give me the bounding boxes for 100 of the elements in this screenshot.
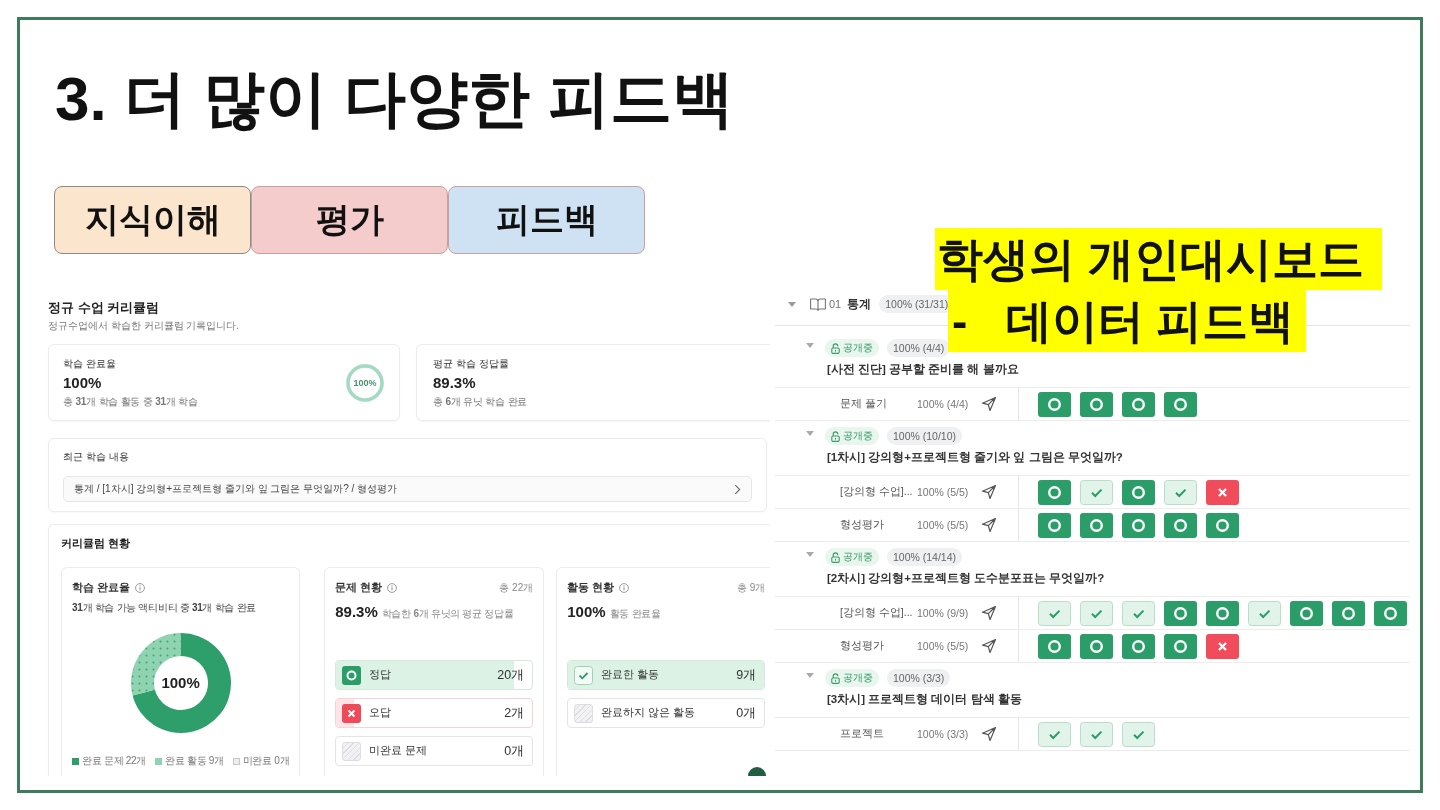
send-icon[interactable] (981, 638, 997, 654)
legend-label: 완료 활동 9개 (165, 754, 224, 768)
send-icon[interactable] (981, 605, 997, 621)
activity-name: [강의형 수업]... (839, 606, 914, 620)
check-mark-icon (1038, 600, 1071, 626)
circle-mark-icon (1206, 512, 1239, 538)
info-icon[interactable] (619, 583, 630, 593)
panel-caption: 학습한 6개 유닛의 평균 정답률 (381, 607, 514, 621)
circle-mark-icon (1164, 633, 1197, 659)
card-title: 커리큘럼 현황 (61, 536, 131, 551)
panel-title: 문제 현황 (335, 581, 383, 595)
row-count: 0개 (736, 704, 757, 722)
send-icon[interactable] (981, 517, 997, 533)
circle-mark-icon (1038, 512, 1071, 538)
check-mark-icon (1248, 600, 1281, 626)
hatched-square-icon (342, 741, 362, 761)
row-label: 완료한 활동 (601, 668, 660, 682)
circle-mark-icon (1122, 633, 1155, 659)
circle-mark-icon (1164, 512, 1197, 538)
row-label: 오답 (369, 706, 392, 720)
section-subtitle: 정규수업에서 학습한 커리큘럼 기록입니다. (48, 319, 240, 333)
legend-label: 완료 문제 22개 (82, 754, 146, 768)
row-label: 정답 (369, 668, 392, 682)
status-text: 공개중 (843, 341, 873, 355)
row-count: 9개 (736, 666, 757, 684)
caret-down-icon[interactable] (806, 430, 814, 436)
category-label: 지식이해 (54, 186, 251, 254)
round-button[interactable] (748, 767, 766, 776)
summary-value: 89.3% (433, 372, 476, 393)
caret-down-icon[interactable] (806, 342, 814, 348)
circle-mark-icon (1038, 479, 1071, 505)
check-mark-icon (1080, 721, 1113, 747)
circle-mark-icon (1122, 512, 1155, 538)
status-text: 공개중 (843, 671, 873, 685)
recent-item-button[interactable]: 통계 / [1차시] 강의형+프로젝트형 줄기와 잎 그림은 무엇일까? / 형성평가 (63, 476, 752, 502)
unit-name: 통계 (847, 295, 872, 313)
rate-text: 100% (9/9) (917, 607, 970, 619)
lesson-title: [1차시] 강의형+프로젝트형 줄기와 잎 그림은 무엇일까? (827, 450, 1123, 465)
row-count: 20개 (497, 666, 525, 684)
unit-number: 01 (829, 298, 842, 310)
row-count: 0개 (504, 742, 525, 760)
lesson-title: [3차시] 프로젝트형 데이터 탐색 활동 (827, 692, 1022, 707)
summary-note: 총 31개 학습 활동 중 31개 학습 (63, 394, 198, 409)
summary-label: 학습 완료율 (63, 356, 116, 371)
circle-mark-icon (1038, 391, 1071, 417)
panel-caption: 활동 완료율 (609, 607, 661, 621)
send-icon[interactable] (981, 396, 997, 412)
circle-mark-icon (1038, 633, 1071, 659)
check-mark-icon (1038, 721, 1071, 747)
activity-name: 프로젝트 (839, 727, 885, 741)
send-icon[interactable] (981, 484, 997, 500)
lock-icon (831, 672, 840, 684)
rate-badge: 100% (4/4) (887, 339, 951, 357)
donut-center-label: 100% (161, 674, 200, 692)
caret-down-icon[interactable] (788, 301, 796, 307)
x-mark-icon (1206, 633, 1239, 659)
card-title: 최근 학습 내용 (63, 450, 129, 464)
slide-title: 3. 더 많이 다양한 피드백 (55, 63, 734, 135)
activity-name: 형성평가 (839, 639, 885, 653)
info-icon[interactable] (134, 583, 145, 593)
info-icon[interactable] (387, 583, 398, 593)
activity-name: 문제 풀기 (839, 397, 888, 411)
circle-mark-icon (1164, 391, 1197, 417)
check-mark-icon (1164, 479, 1197, 505)
status-text: 공개중 (843, 550, 873, 564)
activity-name: 형성평가 (839, 518, 885, 532)
circle-mark-icon (1122, 479, 1155, 505)
panel-title: 학습 완료율 (72, 581, 130, 595)
circle-mark-icon (1080, 633, 1113, 659)
x-mark-icon (1206, 479, 1239, 505)
circle-mark-icon (1164, 600, 1197, 626)
send-icon[interactable] (981, 726, 997, 742)
category-label: 평가 (251, 186, 448, 254)
circle-mark-icon (1332, 600, 1365, 626)
caret-down-icon[interactable] (806, 672, 814, 678)
summary-value: 100% (63, 372, 102, 393)
caret-down-icon[interactable] (806, 551, 814, 557)
lesson-title: [사전 진단] 공부할 준비를 해 볼까요 (827, 362, 1019, 377)
panel-value: 89.3% (335, 602, 378, 622)
panel-value: 100% (567, 602, 606, 622)
summary-note: 총 6개 유닛 학습 완료 (433, 394, 528, 409)
circle-mark-icon (1080, 512, 1113, 538)
rate-badge: 100% (10/10) (887, 427, 963, 445)
panel-title: 활동 현황 (567, 581, 615, 595)
row-label: 완료하지 않은 활동 (601, 706, 696, 720)
check-mark-icon (1122, 721, 1155, 747)
lock-icon (831, 342, 840, 354)
rate-text: 100% (3/3) (917, 728, 970, 740)
check-mark-icon (1122, 600, 1155, 626)
hatched-square-icon (574, 703, 594, 723)
check-mark-icon (1080, 600, 1113, 626)
chevron-right-icon (734, 483, 741, 495)
summary-label: 평균 학습 정답률 (433, 356, 509, 371)
panel-total: 총 22개 (499, 581, 534, 595)
row-count: 2개 (504, 704, 525, 722)
check-mark-icon (1080, 479, 1113, 505)
row-label: 미완료 문제 (369, 744, 428, 758)
rate-text: 100% (5/5) (917, 486, 970, 498)
circle-mark-icon (1290, 600, 1323, 626)
book-icon (810, 297, 826, 311)
